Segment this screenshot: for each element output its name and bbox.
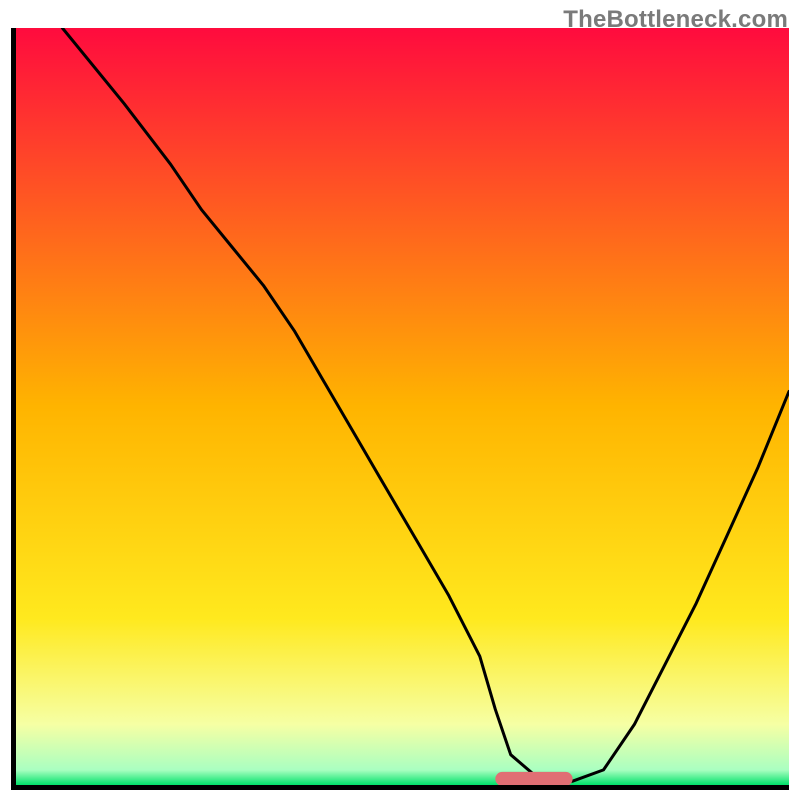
- chart-canvas: TheBottleneck.com: [0, 0, 800, 800]
- optimal-marker: [495, 772, 572, 785]
- plot-svg: [16, 28, 789, 785]
- gradient-background: [16, 28, 789, 785]
